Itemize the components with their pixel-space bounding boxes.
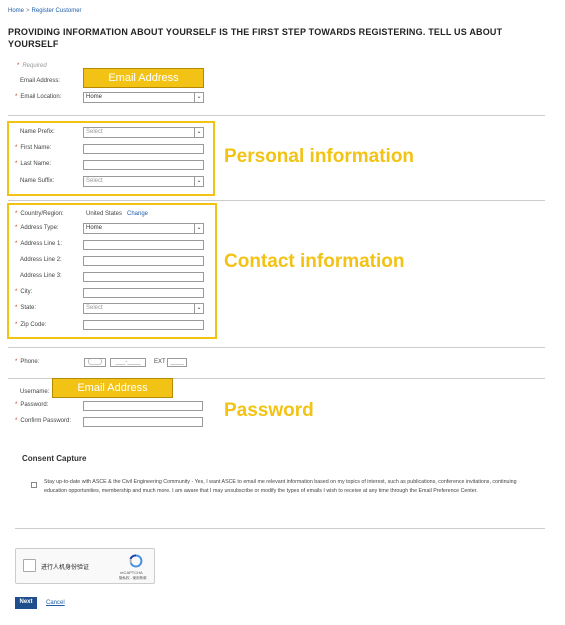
address-type-select[interactable]: Home ⌄	[83, 223, 204, 234]
address-line-2-label: Address Line 2:	[20, 257, 62, 263]
next-button[interactable]: Next	[15, 597, 37, 609]
password-input[interactable]	[83, 401, 203, 411]
last-name-input[interactable]	[83, 160, 204, 170]
address-line-2-input[interactable]	[83, 256, 204, 266]
city-label: * City:	[15, 289, 33, 295]
email-address-highlight[interactable]: Email Address	[83, 68, 204, 88]
recaptcha-label: 进行人机身份验证	[41, 565, 90, 571]
address-line-3-label: Address Line 3:	[20, 273, 62, 279]
confirm-password-input[interactable]	[83, 417, 203, 427]
chevron-down-icon: ⌄	[194, 304, 203, 313]
chevron-down-icon: ⌄	[194, 177, 203, 186]
personal-info-title: Personal information	[224, 146, 415, 167]
first-name-input[interactable]	[83, 144, 204, 154]
breadcrumb: Home > Register Customer	[8, 8, 82, 14]
breadcrumb-home-link[interactable]: Home	[8, 8, 24, 14]
divider	[8, 115, 545, 116]
divider	[15, 528, 545, 529]
required-note: * Required	[17, 63, 47, 69]
phone-number-input[interactable]: ___-____	[110, 358, 146, 367]
recaptcha-widget: 进行人机身份验证 reCAPTCHA 隐私权 - 使用条款	[15, 548, 155, 584]
email-location-label: * Email Location:	[15, 94, 62, 100]
address-line-3-input[interactable]	[83, 272, 204, 282]
city-input[interactable]	[83, 288, 204, 298]
chevron-down-icon: ⌄	[194, 224, 203, 233]
phone-ext-input[interactable]: ____	[167, 358, 187, 367]
state-select[interactable]: Select ⌄	[83, 303, 204, 314]
password-section-title: Password	[224, 400, 314, 421]
name-prefix-select[interactable]: Select ⌄	[83, 127, 204, 138]
name-prefix-label: Name Prefix:	[20, 129, 55, 135]
phone-ext-label: EXT	[154, 359, 166, 365]
recaptcha-checkbox[interactable]	[23, 559, 36, 572]
zip-input[interactable]	[83, 320, 204, 330]
address-line-1-label: * Address Line 1:	[15, 241, 63, 247]
country-value: United States	[86, 211, 123, 217]
address-type-label: * Address Type:	[15, 225, 59, 231]
change-country-link[interactable]: Change	[127, 211, 148, 217]
last-name-label: * Last Name:	[15, 161, 52, 167]
zip-label: * Zip Code:	[15, 322, 47, 328]
email-label: Email Address:	[20, 78, 61, 84]
recaptcha-icon	[129, 554, 143, 568]
recaptcha-brand: reCAPTCHA	[120, 570, 143, 575]
address-line-1-input[interactable]	[83, 240, 204, 250]
cancel-link[interactable]: Cancel	[46, 600, 65, 606]
first-name-label: * First Name:	[15, 145, 52, 151]
contact-info-title: Contact information	[224, 251, 405, 272]
breadcrumb-separator: >	[26, 8, 30, 14]
divider	[8, 200, 545, 201]
name-suffix-select[interactable]: Select ⌄	[83, 176, 204, 187]
name-suffix-label: Name Suffix:	[20, 178, 55, 184]
chevron-down-icon: ⌄	[194, 128, 203, 137]
phone-label: * Phone:	[15, 359, 40, 365]
country-label: * Country/Region:	[15, 211, 64, 217]
state-label: * State:	[15, 305, 37, 311]
chevron-down-icon: ⌄	[194, 93, 203, 102]
consent-checkbox[interactable]	[31, 482, 37, 488]
email-location-select[interactable]: Home ⌄	[83, 92, 204, 103]
username-highlight[interactable]: Email Address	[52, 378, 173, 398]
consent-title: Consent Capture	[22, 454, 87, 463]
consent-text: Stay up-to-date with ASCE & the Civil En…	[44, 479, 517, 494]
username-label: Username:	[20, 389, 50, 395]
password-label: * Password:	[15, 402, 49, 408]
divider	[8, 347, 545, 348]
recaptcha-links[interactable]: 隐私权 - 使用条款	[119, 576, 147, 581]
page-title: PROVIDING INFORMATION ABOUT YOURSELF IS …	[8, 27, 503, 49]
confirm-password-label: * Confirm Password:	[15, 418, 72, 424]
breadcrumb-current[interactable]: Register Customer	[32, 8, 82, 14]
phone-area-input[interactable]: (___)	[84, 358, 106, 367]
